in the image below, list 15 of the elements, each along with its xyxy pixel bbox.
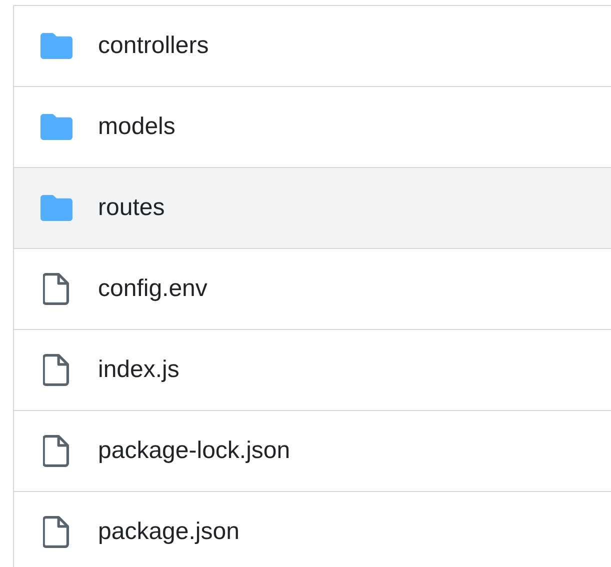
file-icon xyxy=(43,273,69,305)
file-link[interactable]: package-lock.json xyxy=(98,433,290,469)
folder-link[interactable]: controllers xyxy=(98,28,209,64)
file-icon xyxy=(43,435,69,467)
file-link[interactable]: package.json xyxy=(98,514,240,550)
folder-icon xyxy=(40,114,72,140)
folder-icon xyxy=(40,195,72,221)
folder-link[interactable]: models xyxy=(98,109,176,145)
folder-row[interactable]: routes xyxy=(14,168,611,249)
file-icon xyxy=(43,354,69,386)
file-link[interactable]: config.env xyxy=(98,271,208,307)
folder-icon xyxy=(40,33,72,59)
file-icon xyxy=(43,516,69,548)
folder-link[interactable]: routes xyxy=(98,190,165,226)
file-link[interactable]: index.js xyxy=(98,352,180,388)
